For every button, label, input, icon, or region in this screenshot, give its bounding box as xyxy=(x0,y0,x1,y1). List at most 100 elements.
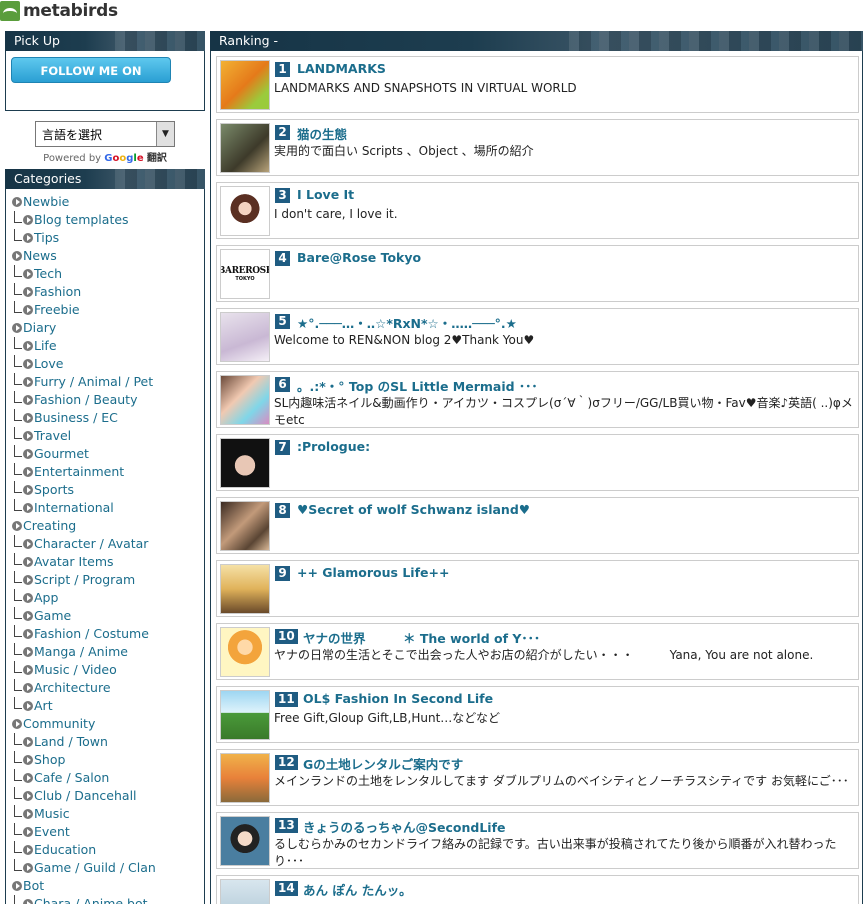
blog-thumbnail[interactable] xyxy=(220,375,270,425)
category-item[interactable]: Newbie xyxy=(12,193,204,211)
blog-title-link[interactable]: ++ Glamorous Life++ xyxy=(297,565,449,580)
blog-thumbnail[interactable] xyxy=(220,816,270,866)
category-item[interactable]: Business / EC xyxy=(12,409,204,427)
blog-thumbnail[interactable] xyxy=(220,690,270,740)
category-link[interactable]: Freebie xyxy=(34,301,80,319)
follow-twitter-button[interactable]: FOLLOW ME ON twitter xyxy=(11,57,171,105)
category-link[interactable]: Club / Dancehall xyxy=(34,787,137,805)
category-link[interactable]: Art xyxy=(34,697,53,715)
category-item[interactable]: News xyxy=(12,247,204,265)
category-item[interactable]: Gourmet xyxy=(12,445,204,463)
site-logo[interactable]: metabirds xyxy=(0,0,118,22)
category-link[interactable]: Creating xyxy=(23,517,76,535)
blog-thumbnail[interactable]: BAREROSE TOKYO xyxy=(220,249,270,299)
blog-title-link[interactable]: ヤナの世界 ＊ The world of Y･･･ xyxy=(303,628,540,647)
category-link[interactable]: Script / Program xyxy=(34,571,135,589)
category-link[interactable]: News xyxy=(23,247,57,265)
category-link[interactable]: Furry / Animal / Pet xyxy=(34,373,153,391)
category-item[interactable]: Travel xyxy=(12,427,204,445)
category-link[interactable]: International xyxy=(34,499,114,517)
category-link[interactable]: Manga / Anime xyxy=(34,643,128,661)
category-item[interactable]: Life xyxy=(12,337,204,355)
category-link[interactable]: Land / Town xyxy=(34,733,108,751)
blog-thumbnail[interactable] xyxy=(220,60,270,110)
category-link[interactable]: Community xyxy=(23,715,95,733)
category-link[interactable]: Diary xyxy=(23,319,56,337)
blog-thumbnail[interactable] xyxy=(220,879,270,904)
category-item[interactable]: Tech xyxy=(12,265,204,283)
category-item[interactable]: Chara / Anime bot xyxy=(12,895,204,904)
category-link[interactable]: Newbie xyxy=(23,193,69,211)
blog-thumbnail[interactable] xyxy=(220,753,270,803)
category-item[interactable]: Community xyxy=(12,715,204,733)
blog-title-link[interactable]: あん ぽん たんッ。 xyxy=(303,880,412,899)
blog-thumbnail[interactable] xyxy=(220,312,270,362)
category-link[interactable]: Love xyxy=(34,355,63,373)
category-link[interactable]: Tips xyxy=(34,229,59,247)
category-item[interactable]: Fashion / Costume xyxy=(12,625,204,643)
category-link[interactable]: Character / Avatar xyxy=(34,535,148,553)
category-link[interactable]: Business / EC xyxy=(34,409,118,427)
category-link[interactable]: App xyxy=(34,589,58,607)
category-item[interactable]: Club / Dancehall xyxy=(12,787,204,805)
category-item[interactable]: Love xyxy=(12,355,204,373)
category-item[interactable]: App xyxy=(12,589,204,607)
category-link[interactable]: Gourmet xyxy=(34,445,89,463)
category-item[interactable]: Music xyxy=(12,805,204,823)
blog-title-link[interactable]: ★°.───…・‥☆*RxN*☆・‥…───°.★ xyxy=(297,313,517,332)
category-link[interactable]: Music xyxy=(34,805,70,823)
blog-title-link[interactable]: ♥Secret of wolf Schwanz island♥ xyxy=(297,502,530,517)
category-link[interactable]: Life xyxy=(34,337,57,355)
category-link[interactable]: Cafe / Salon xyxy=(34,769,109,787)
category-item[interactable]: Architecture xyxy=(12,679,204,697)
blog-title-link[interactable]: 。.:*・° Top のSL Little Mermaid ･･･ xyxy=(297,376,538,395)
google-wordmark[interactable]: Google xyxy=(104,153,143,164)
category-link[interactable]: Architecture xyxy=(34,679,111,697)
category-item[interactable]: Sports xyxy=(12,481,204,499)
category-item[interactable]: Education xyxy=(12,841,204,859)
category-item[interactable]: Creating xyxy=(12,517,204,535)
category-item[interactable]: Entertainment xyxy=(12,463,204,481)
category-item[interactable]: Freebie xyxy=(12,301,204,319)
category-link[interactable]: Game / Guild / Clan xyxy=(34,859,156,877)
category-link[interactable]: Shop xyxy=(34,751,65,769)
language-select[interactable]: 言語を選択 ▼ xyxy=(35,121,175,147)
category-link[interactable]: Entertainment xyxy=(34,463,124,481)
category-item[interactable]: Shop xyxy=(12,751,204,769)
blog-thumbnail[interactable] xyxy=(220,564,270,614)
category-link[interactable]: Fashion xyxy=(34,283,81,301)
category-link[interactable]: Tech xyxy=(34,265,62,283)
category-link[interactable]: Music / Video xyxy=(34,661,117,679)
category-link[interactable]: Chara / Anime bot xyxy=(34,895,148,904)
category-item[interactable]: Land / Town xyxy=(12,733,204,751)
blog-thumbnail[interactable] xyxy=(220,123,270,173)
category-item[interactable]: Fashion xyxy=(12,283,204,301)
category-link[interactable]: Event xyxy=(34,823,70,841)
category-item[interactable]: Script / Program xyxy=(12,571,204,589)
category-link[interactable]: Game xyxy=(34,607,71,625)
category-item[interactable]: Avatar Items xyxy=(12,553,204,571)
blog-title-link[interactable]: 猫の生態 xyxy=(297,124,347,143)
blog-thumbnail[interactable] xyxy=(220,438,270,488)
category-item[interactable]: Fashion / Beauty xyxy=(12,391,204,409)
category-link[interactable]: Education xyxy=(34,841,96,859)
category-item[interactable]: Diary xyxy=(12,319,204,337)
category-link[interactable]: Sports xyxy=(34,481,74,499)
category-link[interactable]: Travel xyxy=(34,427,71,445)
blog-title-link[interactable]: Bare@Rose Tokyo xyxy=(297,250,421,265)
blog-thumbnail[interactable] xyxy=(220,186,270,236)
category-item[interactable]: Art xyxy=(12,697,204,715)
category-item[interactable]: Bot xyxy=(12,877,204,895)
category-item[interactable]: Blog templates xyxy=(12,211,204,229)
category-item[interactable]: Game xyxy=(12,607,204,625)
blog-thumbnail[interactable] xyxy=(220,627,270,677)
blog-title-link[interactable]: :Prologue: xyxy=(297,439,370,454)
category-item[interactable]: Game / Guild / Clan xyxy=(12,859,204,877)
blog-title-link[interactable]: OL$ Fashion In Second Life xyxy=(303,691,493,706)
category-item[interactable]: Character / Avatar xyxy=(12,535,204,553)
blog-title-link[interactable]: Gの土地レンタルご案内です xyxy=(303,754,463,773)
category-link[interactable]: Fashion / Costume xyxy=(34,625,149,643)
category-item[interactable]: Furry / Animal / Pet xyxy=(12,373,204,391)
category-item[interactable]: International xyxy=(12,499,204,517)
category-link[interactable]: Fashion / Beauty xyxy=(34,391,138,409)
